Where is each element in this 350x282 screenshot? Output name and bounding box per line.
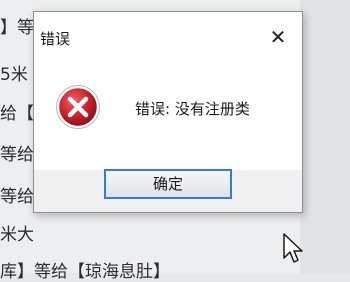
background-text-line: 等给 xyxy=(0,145,34,165)
background-text-line: 库】等给【琼海息肚】 xyxy=(0,262,170,282)
close-icon: ✕ xyxy=(269,25,287,49)
background-text-line: 给【 xyxy=(0,104,34,124)
mouse-cursor-icon xyxy=(283,233,303,263)
dialog-body: 错误: 没有注册类 xyxy=(34,58,302,170)
background-panel xyxy=(300,0,350,273)
error-dialog: 错误 ✕ 错误: 没有注册类 确定 xyxy=(33,11,303,213)
background-text-line: 等给 xyxy=(0,187,34,207)
error-icon xyxy=(56,85,100,129)
background-text-line: 米大 xyxy=(0,225,34,245)
background-text-line: 】等 xyxy=(0,18,34,38)
error-message: 错误: 没有注册类 xyxy=(135,100,250,118)
background-text-line: 5米 xyxy=(0,65,28,85)
dialog-title: 错误 xyxy=(40,30,71,48)
dialog-titlebar[interactable]: 错误 ✕ xyxy=(34,12,302,58)
ok-button[interactable]: 确定 xyxy=(104,169,232,199)
close-button[interactable]: ✕ xyxy=(266,26,290,50)
